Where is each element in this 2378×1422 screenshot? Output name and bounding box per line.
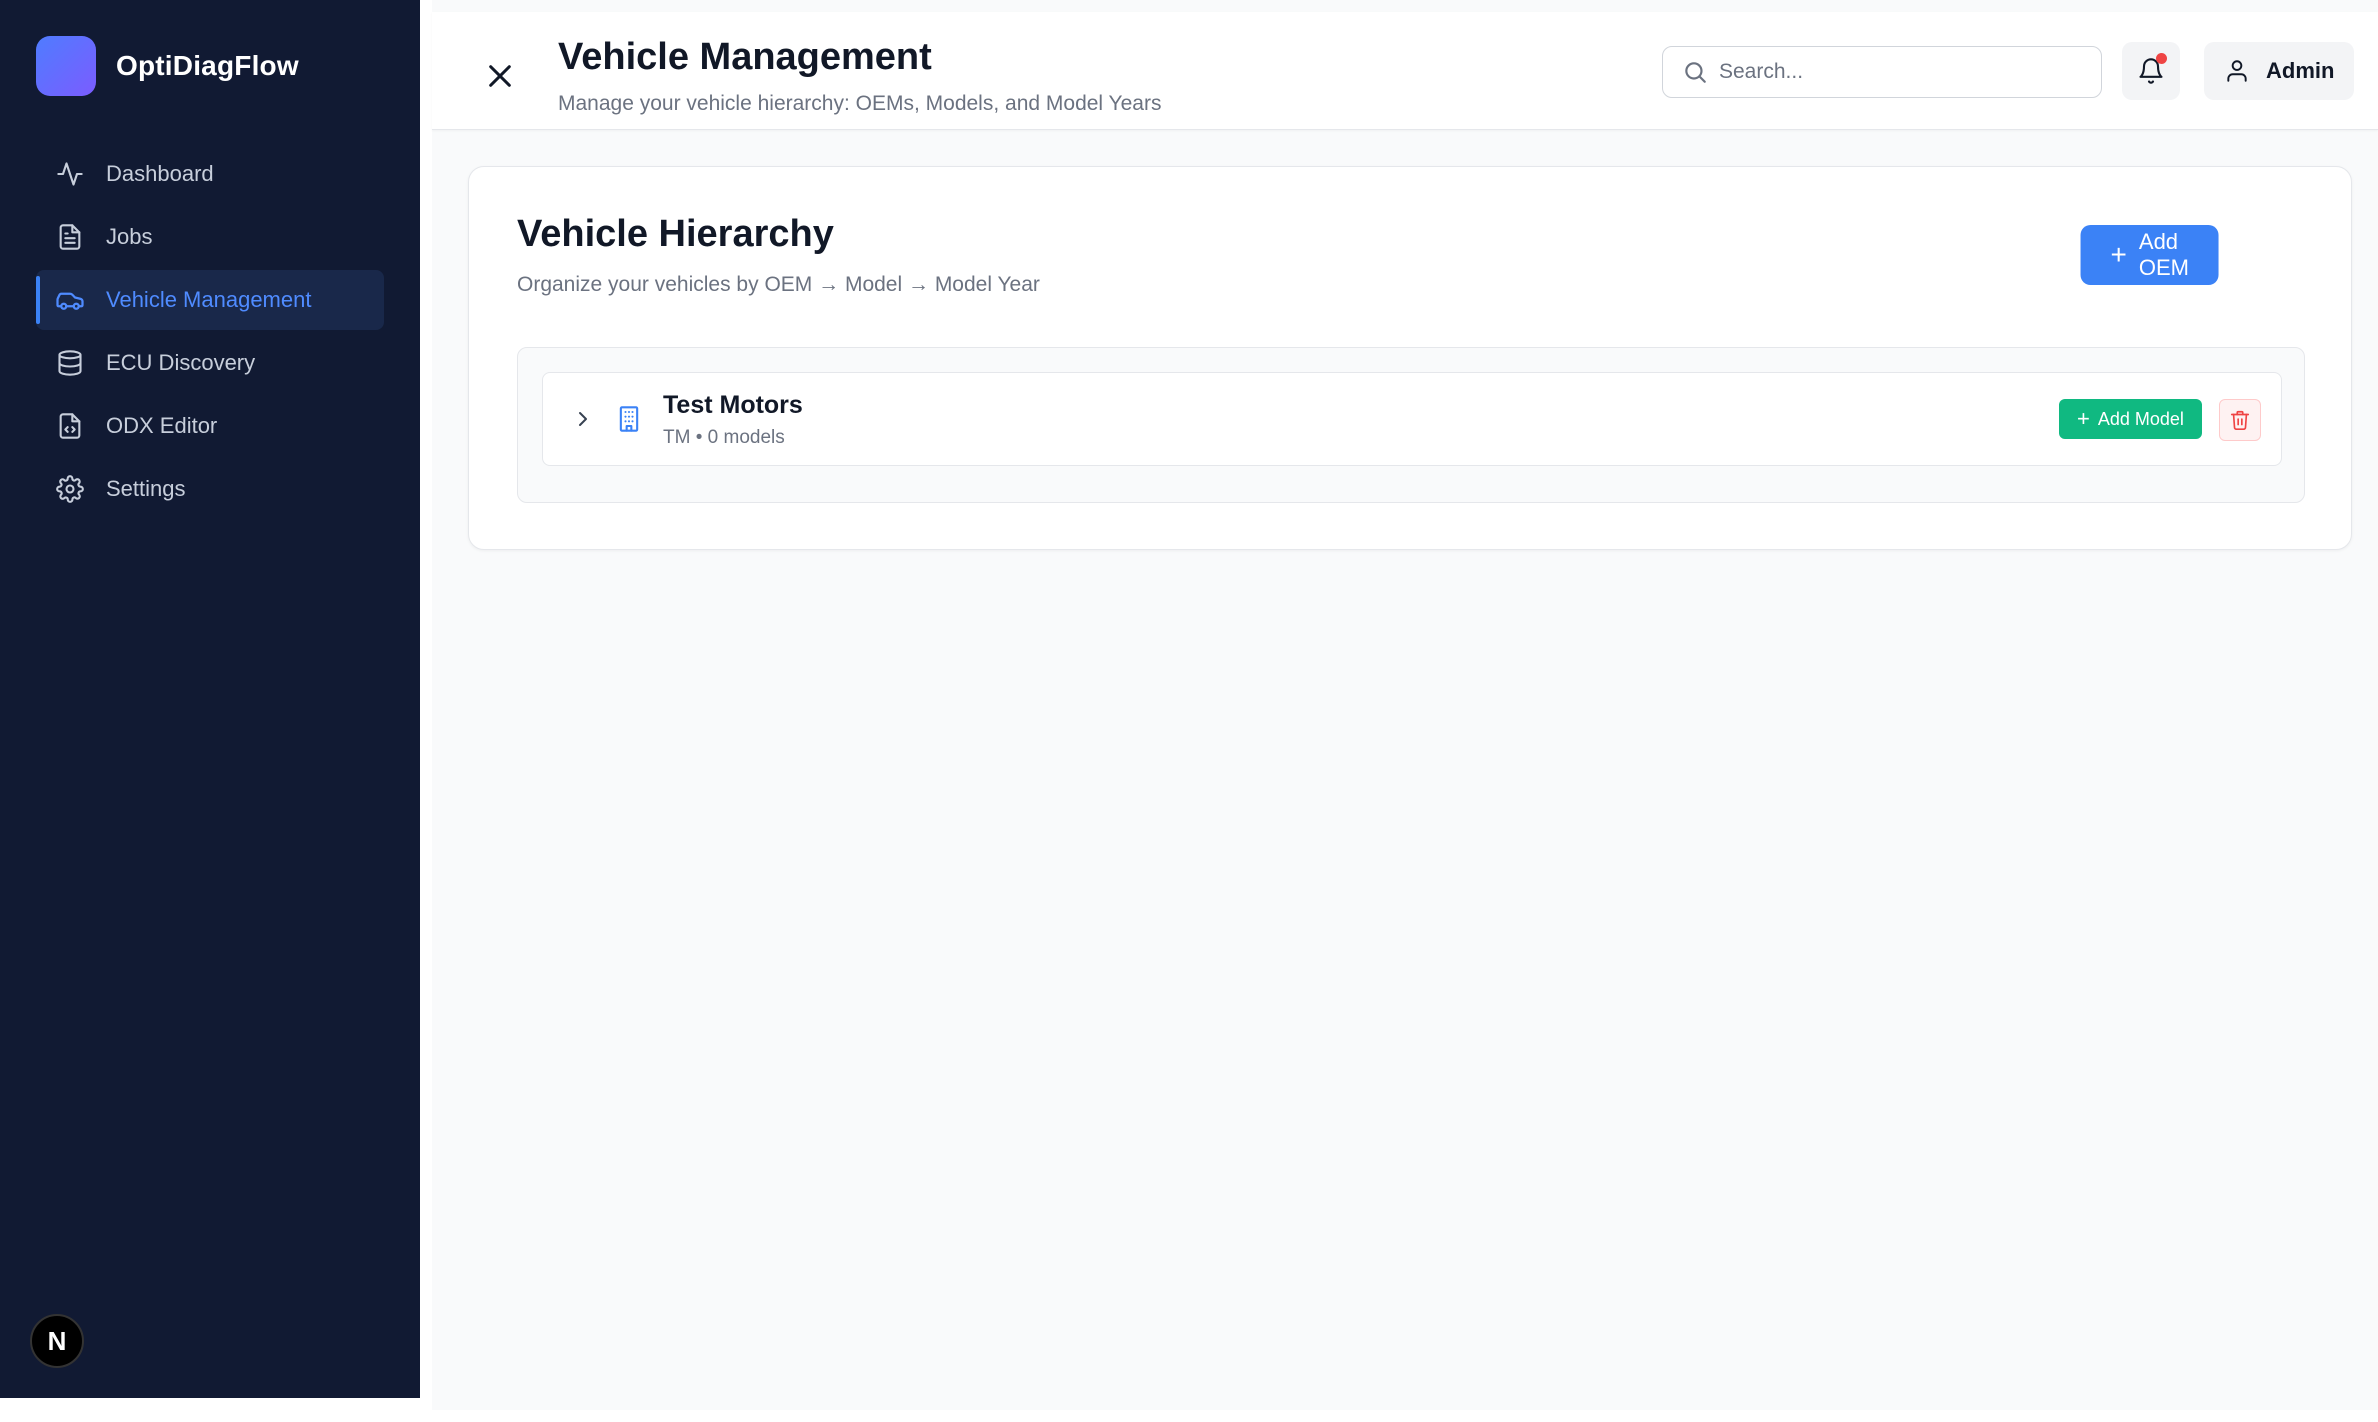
add-model-button[interactable]: + Add Model <box>2059 399 2202 439</box>
file-text-icon <box>54 221 86 253</box>
app-logo <box>36 36 96 96</box>
chevron-right-icon[interactable] <box>567 403 599 435</box>
add-oem-label: Add OEM <box>2138 229 2190 280</box>
header: Vehicle Management Manage your vehicle h… <box>432 12 2378 130</box>
sidebar-item-vehicle-management[interactable]: Vehicle Management <box>36 270 384 330</box>
sidebar-item-label: Vehicle Management <box>106 287 312 312</box>
plus-icon: + <box>2110 239 2127 270</box>
oem-row[interactable]: Test Motors TM • 0 models + Add Model <box>542 372 2282 466</box>
sidebar-item-label: Jobs <box>106 224 153 249</box>
search-box <box>1662 46 2102 98</box>
sidebar-item-settings[interactable]: Settings <box>36 459 384 519</box>
search-icon <box>1681 58 1709 86</box>
user-icon <box>2222 56 2252 86</box>
database-icon <box>54 347 86 379</box>
user-menu-button[interactable]: Admin <box>2204 42 2354 100</box>
oem-meta: TM • 0 models <box>663 427 785 448</box>
sidebar: OptiDiagFlow Dashboard Jobs Vehicle Mana… <box>0 0 420 1398</box>
section-subtitle: Organize your vehicles by OEM → Model → … <box>517 273 1040 296</box>
sidebar-nav: Dashboard Jobs Vehicle Management ECU Di… <box>36 144 384 522</box>
sidebar-item-label: ODX Editor <box>106 413 218 438</box>
sidebar-item-label: ECU Discovery <box>106 350 256 375</box>
delete-oem-button[interactable] <box>2219 399 2261 441</box>
plus-icon: + <box>2077 406 2090 431</box>
add-oem-button[interactable]: + Add OEM <box>2080 225 2219 285</box>
brand[interactable]: OptiDiagFlow <box>36 36 299 96</box>
sidebar-item-label: Dashboard <box>106 161 214 186</box>
nextjs-dev-badge[interactable]: N <box>30 1314 84 1368</box>
trash-icon <box>2230 410 2250 430</box>
notification-dot <box>2156 53 2167 64</box>
sidebar-item-jobs[interactable]: Jobs <box>36 207 384 267</box>
page-title: Vehicle Management <box>558 36 932 78</box>
section-title: Vehicle Hierarchy <box>517 213 834 255</box>
add-model-label: Add Model <box>2097 408 2184 429</box>
app-name: OptiDiagFlow <box>116 50 299 81</box>
sidebar-item-dashboard[interactable]: Dashboard <box>36 144 384 204</box>
page-subtitle: Manage your vehicle hierarchy: OEMs, Mod… <box>558 92 1162 115</box>
vehicle-hierarchy-card: Vehicle Hierarchy Organize your vehicles… <box>468 166 2352 550</box>
close-sidebar-button[interactable] <box>480 56 520 96</box>
user-label: Admin <box>2266 58 2335 83</box>
building-icon <box>613 403 645 435</box>
notifications-button[interactable] <box>2122 42 2180 100</box>
sidebar-item-label: Settings <box>106 476 186 501</box>
close-icon <box>489 65 511 87</box>
oem-name: Test Motors <box>663 391 803 419</box>
main-content: Vehicle Management Manage your vehicle h… <box>432 0 2378 1410</box>
hierarchy-tree: Test Motors TM • 0 models + Add Model <box>517 347 2305 503</box>
activity-icon <box>54 158 86 190</box>
gear-icon <box>54 473 86 505</box>
sidebar-item-odx-editor[interactable]: ODX Editor <box>36 396 384 456</box>
add-oem-wrapper: + Add OEM <box>2080 225 2219 285</box>
file-code-icon <box>54 410 86 442</box>
search-input[interactable] <box>1719 60 2079 84</box>
sidebar-item-ecu-discovery[interactable]: ECU Discovery <box>36 333 384 393</box>
car-icon <box>54 284 86 316</box>
